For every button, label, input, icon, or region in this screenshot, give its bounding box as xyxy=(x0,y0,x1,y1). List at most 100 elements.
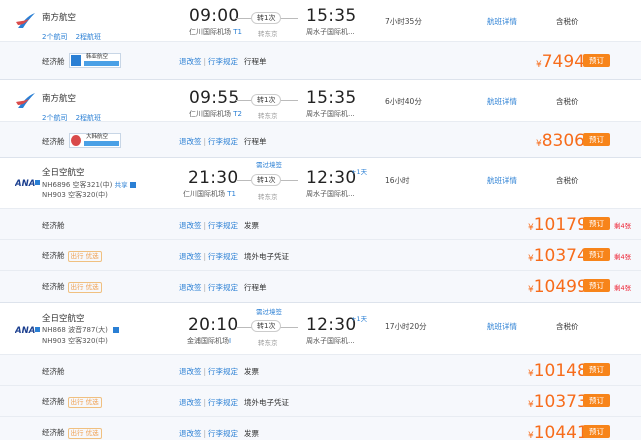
badge-airline-name: 大韩航空 xyxy=(86,134,109,140)
refund-change-link[interactable]: 退改签 xyxy=(179,429,202,438)
codeshare-label: 共享 xyxy=(114,181,128,189)
seats-left: 剩4张 xyxy=(614,284,632,292)
ana-logo: ANA xyxy=(15,179,40,187)
baggage-rules-link[interactable]: 行李规定 xyxy=(208,221,238,230)
airline-count[interactable]: 2个航司 xyxy=(42,33,67,41)
svg-text:ANA: ANA xyxy=(15,179,35,187)
next-day-indicator: +1天 xyxy=(351,168,368,176)
departure-airport: 仁川国际机场 T2 xyxy=(189,110,242,118)
book-button[interactable]: 预订 xyxy=(583,133,610,146)
fare-price: ¥10179 xyxy=(528,215,588,235)
departure-airport: 金浦国际机场I xyxy=(187,337,232,345)
tax-included-label: 含税价 xyxy=(556,322,579,331)
fare-row: 经济舱 出行 优选 退改签 | 行李规定 发票 ¥10441 预订 xyxy=(0,416,641,440)
via-city: 转东京 xyxy=(258,339,278,347)
book-button[interactable]: 预订 xyxy=(583,279,610,292)
fare-rules: 退改签 | 行李规定 行程单 xyxy=(179,57,267,66)
stop-count[interactable]: 转1次 xyxy=(251,320,282,332)
duration: 16小时 xyxy=(385,176,410,185)
arrival-time: 12:30 xyxy=(306,315,357,335)
refund-change-link[interactable]: 退改签 xyxy=(179,398,202,407)
tax-included-label: 含税价 xyxy=(556,97,579,106)
ana-logo: ANA xyxy=(15,326,40,334)
fare-rules: 退改签 | 行李规定 境外电子凭证 xyxy=(179,252,290,261)
baggage-rules-link[interactable]: 行李规定 xyxy=(208,398,238,407)
china-southern-logo xyxy=(16,13,35,28)
flight-details-link[interactable]: 航班详情 xyxy=(487,321,517,332)
via-city: 转东京 xyxy=(258,112,278,120)
cabin-class: 经济舱 xyxy=(42,367,65,376)
fare-price: ¥10441 xyxy=(528,423,588,440)
flight-row: 南方航空 2个航司 2程航班 09:00 仁川国际机场 T1 转1次 转东京 1… xyxy=(0,0,641,41)
fare-price: ¥10148 xyxy=(528,361,588,381)
cabin-class: 经济舱 出行 优选 xyxy=(42,427,102,439)
codeshare-info-icon[interactable] xyxy=(129,182,136,188)
document-type: 境外电子凭证 xyxy=(244,398,290,407)
duration: 7小时35分 xyxy=(385,17,422,26)
flight-row: ANA 全日空航空 NH868 波音787(大) NH903 空客320(中) … xyxy=(0,303,641,353)
refund-change-link[interactable]: 退改签 xyxy=(179,57,202,66)
departure-time: 09:55 xyxy=(189,88,240,108)
fare-row: 经济舱 韩亚航空 退改签 | 行李规定 行程单 ¥7494 预订 xyxy=(0,41,641,79)
fare-rules: 退改签 | 行李规定 发票 xyxy=(179,221,260,230)
document-type: 境外电子凭证 xyxy=(244,252,290,261)
seats-left: 剩4张 xyxy=(614,222,632,230)
fare-rules: 退改签 | 行李规定 行程单 xyxy=(179,137,267,146)
fare-price: ¥10499 xyxy=(528,277,588,297)
codeshare-info-icon[interactable] xyxy=(112,327,119,333)
stop-count[interactable]: 转1次 xyxy=(251,94,282,106)
airline-name: 全日空航空 xyxy=(42,314,85,324)
via-city: 转东京 xyxy=(258,193,278,201)
refund-change-link[interactable]: 退改签 xyxy=(179,137,202,146)
china-southern-logo xyxy=(16,93,35,108)
baggage-rules-link[interactable]: 行李规定 xyxy=(208,367,238,376)
baggage-rules-link[interactable]: 行李规定 xyxy=(208,57,238,66)
tax-included-label: 含税价 xyxy=(556,17,579,26)
baggage-rules-link[interactable]: 行李规定 xyxy=(208,252,238,261)
fare-row: 经济舱 出行 优选 退改签 | 行李规定 境外电子凭证 ¥10374 预订 剩4张 xyxy=(0,239,641,271)
tax-included-label: 含税价 xyxy=(556,176,579,185)
book-button[interactable]: 预订 xyxy=(583,54,610,67)
refund-change-link[interactable]: 退改签 xyxy=(179,367,202,376)
duration: 17小时20分 xyxy=(385,322,427,331)
fare-price: ¥10373 xyxy=(528,392,588,412)
refund-change-link[interactable]: 退改签 xyxy=(179,252,202,261)
flight-segment-2: NH903 空客320(中) xyxy=(42,191,108,199)
airline-name: 南方航空 xyxy=(42,13,77,23)
fare-price: ¥7494 xyxy=(536,52,585,72)
baggage-rules-link[interactable]: 行李规定 xyxy=(208,429,238,438)
flight-details-link[interactable]: 航班详情 xyxy=(487,96,517,107)
departure-airport: 仁川国际机场 T1 xyxy=(183,190,236,198)
baggage-rules-link[interactable]: 行李规定 xyxy=(208,137,238,146)
refund-change-link[interactable]: 退改签 xyxy=(179,283,202,292)
flight-row: 南方航空 2个航司 2程航班 09:55 仁川国际机场 T2 转1次 转东京 1… xyxy=(0,80,641,122)
document-type: 行程单 xyxy=(244,57,267,66)
flight-segment-1: NH6896 空客321(中) 共享 xyxy=(42,179,136,190)
preferred-tag: 出行 优选 xyxy=(67,396,102,408)
flight-details-link[interactable]: 航班详情 xyxy=(487,175,517,186)
cabin-class: 经济舱 出行 优选 xyxy=(42,396,102,408)
arrival-time: 12:30 xyxy=(306,168,357,188)
segment-count[interactable]: 2程航班 xyxy=(76,33,101,41)
duration: 6小时40分 xyxy=(385,97,422,106)
flight-details-link[interactable]: 航班详情 xyxy=(487,16,517,27)
book-button[interactable]: 预订 xyxy=(583,363,610,376)
transit-visa-note[interactable]: 需过境签 xyxy=(256,159,282,169)
baggage-rules-link[interactable]: 行李规定 xyxy=(208,283,238,292)
stop-count[interactable]: 转1次 xyxy=(251,174,282,186)
cabin-class: 经济舱 xyxy=(42,137,65,146)
document-type: 行程单 xyxy=(244,137,267,146)
book-button[interactable]: 预订 xyxy=(583,425,610,438)
stop-count[interactable]: 转1次 xyxy=(251,12,282,24)
transit-visa-note[interactable]: 需过境签 xyxy=(256,306,282,316)
preferred-tag: 出行 优选 xyxy=(67,250,102,262)
via-city: 转东京 xyxy=(258,30,278,38)
book-button[interactable]: 预订 xyxy=(583,248,610,261)
badge-airline-name: 韩亚航空 xyxy=(86,54,109,60)
cabin-class: 经济舱 出行 优选 xyxy=(42,281,102,293)
fare-row: 经济舱 退改签 | 行李规定 发票 ¥10148 预订 xyxy=(0,354,641,386)
book-button[interactable]: 预订 xyxy=(583,217,610,230)
fare-row: 经济舱 大韩航空 退改签 | 行李规定 行程单 ¥8306 预订 xyxy=(0,121,641,158)
book-button[interactable]: 预订 xyxy=(583,394,610,407)
refund-change-link[interactable]: 退改签 xyxy=(179,221,202,230)
